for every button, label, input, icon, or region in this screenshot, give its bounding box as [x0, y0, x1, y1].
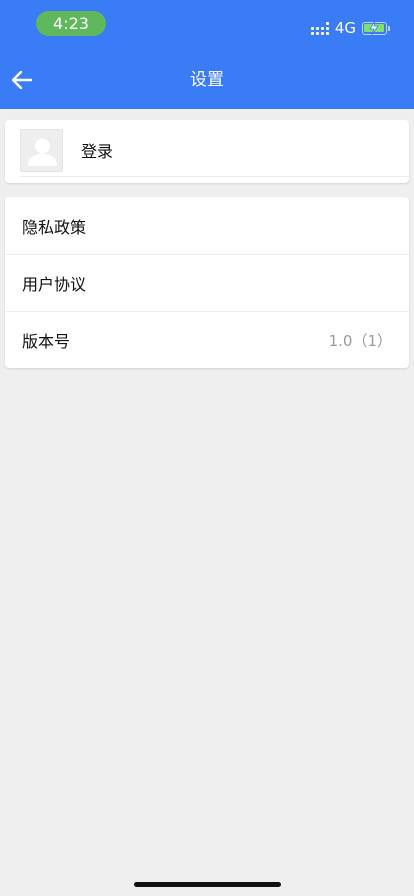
user-agreement-row[interactable]: 用户协议	[5, 254, 409, 311]
login-card[interactable]: 登录	[5, 120, 409, 183]
version-label: 版本号	[22, 332, 71, 351]
privacy-policy-label: 隐私政策	[22, 217, 87, 237]
settings-screen: 4:23 4G 设置 登录 隐私政策 用户协议 版本号 1.0（1）	[0, 0, 414, 896]
signal-icon	[310, 21, 329, 35]
network-type: 4G	[334, 19, 356, 37]
user-agreement-label: 用户协议	[22, 275, 87, 294]
battery-charging-icon	[362, 20, 390, 35]
version-value: 1.0（1）	[328, 331, 392, 350]
page-title: 设置	[190, 70, 224, 90]
version-row: 版本号 1.0（1）	[5, 311, 409, 368]
user-avatar-icon	[20, 129, 63, 172]
status-time: 4:23	[36, 11, 106, 36]
header-bar: 4:23 4G 设置	[0, 0, 414, 109]
privacy-policy-row[interactable]: 隐私政策	[5, 197, 409, 254]
home-indicator[interactable]	[134, 882, 281, 887]
status-icons: 4G	[310, 17, 390, 39]
settings-list: 隐私政策 用户协议 版本号 1.0（1）	[5, 197, 409, 368]
login-divider	[20, 176, 409, 177]
login-label: 登录	[81, 142, 114, 161]
